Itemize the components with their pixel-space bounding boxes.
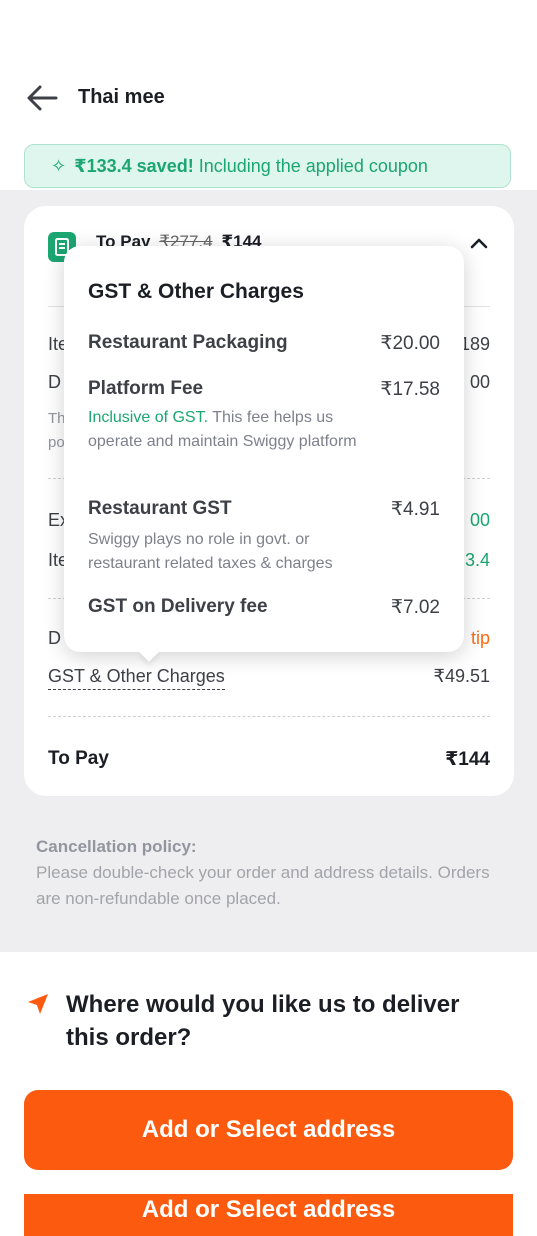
delivery-tip-label: D [48, 628, 61, 648]
platform-fee-gst-note: Inclusive of GST. [88, 409, 209, 426]
gst-other-charges-link[interactable]: GST & Other Charges [48, 666, 225, 690]
savings-amount: ₹133.4 saved! [74, 155, 194, 176]
sparkle-icon: ✧ [51, 155, 67, 176]
policy-text: Please double-check your order and addre… [36, 863, 490, 908]
delivery-fee-value: 00 [469, 372, 490, 392]
add-select-address-button[interactable]: Add or Select address [24, 1090, 513, 1170]
divider-dashed [48, 716, 490, 717]
restaurant-gst-label: Restaurant GST [88, 498, 232, 519]
delivery-note-line1: Th [48, 410, 66, 427]
platform-fee-description: Inclusive of GST. This fee helps us oper… [88, 406, 368, 454]
add-select-address-button-duplicate[interactable]: Add or Select address [24, 1194, 513, 1236]
restaurant-gst-value: ₹4.91 [390, 499, 440, 520]
savings-note: Including the applied coupon [198, 155, 428, 176]
chevron-up-icon[interactable] [468, 232, 490, 254]
restaurant-gst-description: Swiggy plays no role in govt. or restaur… [88, 531, 333, 572]
delivery-note-line2: po [48, 434, 65, 451]
platform-fee-label: Platform Fee [88, 378, 204, 399]
gst-delivery-fee-label: GST on Delivery fee [88, 596, 268, 617]
gst-breakdown-tooltip: GST & Other Charges Restaurant Packaging… [64, 246, 464, 662]
page-title: Thai mee [78, 86, 165, 108]
back-arrow-icon[interactable] [22, 78, 62, 118]
to-pay-value: ₹144 [445, 749, 490, 770]
policy-title: Cancellation policy: [36, 837, 197, 856]
add-tip-link[interactable]: tip [471, 628, 490, 649]
location-arrow-icon [28, 994, 48, 1014]
delivery-address-sheet: Where would you like us to deliver this … [0, 952, 537, 1236]
delivery-fee-label: D [48, 372, 61, 392]
extra-discount-value: 00 [469, 510, 490, 530]
item-total-value: 189 [459, 334, 490, 354]
gst-other-charges-value: ₹49.51 [433, 666, 491, 686]
delivery-question: Where would you like us to deliver this … [66, 991, 460, 1051]
platform-fee-value: ₹17.58 [380, 379, 440, 400]
savings-banner: ✧ ₹133.4 saved! Including the applied co… [24, 144, 511, 188]
restaurant-packaging-value: ₹20.00 [380, 333, 440, 354]
tooltip-title: GST & Other Charges [88, 280, 304, 303]
header: Thai mee ✧ ₹133.4 saved! Including the a… [0, 0, 537, 190]
item-discount-value: 3.4 [464, 550, 490, 570]
to-pay-label: To Pay [48, 748, 109, 769]
gst-delivery-fee-value: ₹7.02 [390, 597, 440, 618]
restaurant-packaging-label: Restaurant Packaging [88, 332, 288, 353]
cancellation-policy: Cancellation policy: Please double-check… [36, 834, 506, 912]
